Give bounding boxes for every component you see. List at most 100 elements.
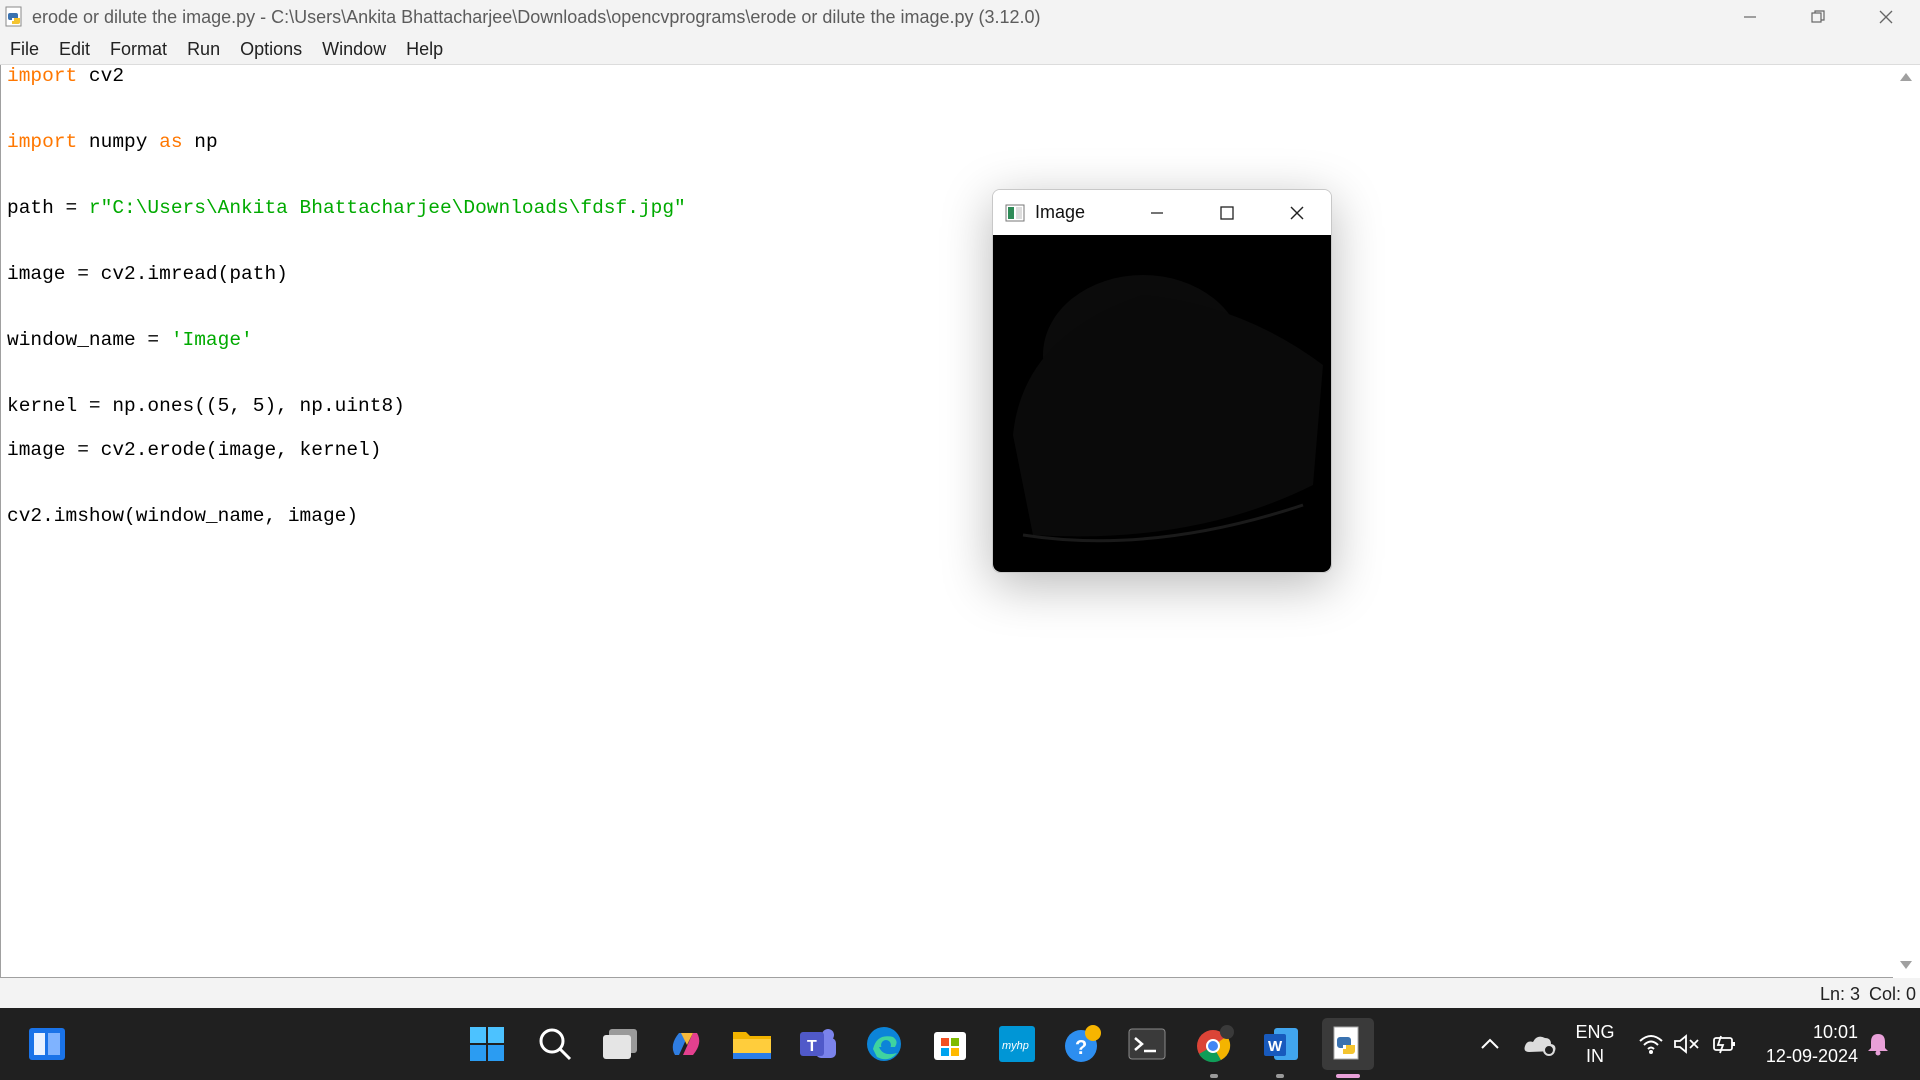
copilot-button[interactable] (664, 1022, 708, 1066)
keyword: import (7, 131, 78, 153)
menu-format[interactable]: Format (100, 34, 177, 64)
task-view-button[interactable] (598, 1022, 642, 1066)
terminal-button[interactable] (1125, 1022, 1169, 1066)
code-text: np (182, 131, 218, 153)
chrome-icon (1197, 1025, 1234, 1063)
maximize-icon (1220, 205, 1234, 220)
code-line-7: image = cv2.erode(image, kernel) (7, 439, 381, 461)
search-button[interactable] (533, 1022, 577, 1066)
string-literal: 'Image' (170, 329, 253, 351)
region-indicator[interactable]: IN (1575, 1046, 1615, 1067)
image-close-button[interactable] (1263, 190, 1331, 235)
volume-muted-icon (1674, 1034, 1699, 1054)
file-explorer-icon (733, 1032, 771, 1059)
minimize-button[interactable] (1716, 0, 1784, 34)
scroll-down-icon[interactable] (1900, 961, 1912, 969)
teams-icon: T (800, 1029, 836, 1058)
wifi-icon (1639, 1035, 1663, 1054)
menu-bar: File Edit Format Run Options Window Help (0, 34, 1920, 65)
keyword: as (159, 131, 183, 153)
image-window-title: Image (1035, 202, 1086, 222)
code-text: numpy (77, 131, 160, 153)
clock-date[interactable]: 12-09-2024 (1752, 1046, 1858, 1067)
notifications-button[interactable] (1858, 1022, 1898, 1066)
edge-button[interactable] (862, 1022, 906, 1066)
word-icon: W (1264, 1028, 1298, 1060)
image-window-titlebar[interactable]: Image (993, 190, 1331, 235)
store-button[interactable] (928, 1022, 972, 1066)
teams-button[interactable]: T (796, 1022, 840, 1066)
menu-run[interactable]: Run (177, 34, 230, 64)
start-icon (470, 1027, 504, 1061)
svg-text:?: ? (1075, 1037, 1087, 1059)
clock-time[interactable]: 10:01 (1762, 1022, 1858, 1043)
idle-active-indicator (1336, 1074, 1360, 1078)
battery-charging-icon (1713, 1035, 1735, 1054)
svg-text:myhp: myhp (1002, 1040, 1029, 1052)
keyword: import (7, 65, 78, 87)
close-icon (1290, 206, 1304, 219)
menu-window[interactable]: Window (312, 34, 396, 64)
myhp-button[interactable]: myhp (995, 1022, 1039, 1066)
help-button[interactable]: ? (1061, 1022, 1105, 1066)
code-line-8: cv2.imshow(window_name, image) (7, 505, 358, 527)
search-icon (539, 1028, 572, 1061)
restore-button[interactable] (1784, 0, 1852, 34)
image-maximize-button[interactable] (1193, 190, 1261, 235)
menu-edit[interactable]: Edit (49, 34, 100, 64)
minimize-icon (1744, 16, 1756, 18)
column-number: Col: 0 (1869, 984, 1917, 1004)
code-editor[interactable]: import cv2 import numpy as np path = r"C… (0, 65, 1893, 978)
code-line-3: path = r"C:\Users\Ankita Bhattacharjee\D… (7, 197, 686, 219)
restore-icon (1811, 10, 1825, 23)
widgets-icon (29, 1028, 65, 1060)
copilot-icon (672, 1033, 700, 1055)
image-window[interactable]: Image (992, 189, 1332, 573)
code-text: window_name = (7, 329, 171, 351)
eroded-image-canvas (993, 235, 1331, 572)
close-button[interactable] (1852, 0, 1920, 34)
code-text: kernel = np.ones((5, 5), np.uint8) (7, 395, 405, 417)
title-bar: erode or dilute the image.py - C:\Users\… (0, 0, 1920, 34)
string-literal: r"C:\Users\Ankita Bhattacharjee\Download… (88, 197, 686, 219)
file-explorer-button[interactable] (730, 1022, 774, 1066)
code-text: image = cv2.erode(image, kernel) (7, 439, 382, 461)
word-button[interactable]: W (1259, 1022, 1303, 1066)
start-button[interactable] (465, 1022, 509, 1066)
word-running-indicator (1276, 1074, 1284, 1078)
svg-text:W: W (1268, 1038, 1283, 1055)
taskbar: T myhp ? W ENG IN 10:01 12-09-2024 (0, 1008, 1920, 1080)
python-idle-button[interactable] (1322, 1018, 1374, 1070)
code-line-1: import cv2 (7, 65, 124, 87)
help-icon: ? (1065, 1025, 1101, 1062)
code-text: path = (7, 197, 89, 219)
code-line-5: window_name = 'Image' (7, 329, 253, 351)
image-minimize-button[interactable] (1123, 190, 1191, 235)
show-hidden-icons-button[interactable] (1470, 1022, 1510, 1066)
menu-options[interactable]: Options (230, 34, 312, 64)
status-bar: Ln: 3 Col: 0 (0, 978, 1920, 1008)
scroll-up-icon[interactable] (1900, 73, 1912, 81)
minimize-icon (1151, 211, 1163, 214)
language-indicator[interactable]: ENG (1575, 1022, 1615, 1043)
onedrive-button[interactable] (1518, 1022, 1562, 1066)
widgets-button[interactable] (25, 1022, 69, 1066)
menu-file[interactable]: File (0, 34, 49, 64)
menu-help[interactable]: Help (396, 34, 453, 64)
chrome-button[interactable] (1193, 1022, 1237, 1066)
vertical-scrollbar[interactable] (1893, 65, 1920, 977)
volume-button[interactable] (1666, 1022, 1708, 1066)
code-text: cv2.imshow(window_name, image) (7, 505, 359, 527)
terminal-icon (1128, 1028, 1166, 1060)
close-icon (1879, 10, 1893, 24)
onedrive-cloud-icon (1524, 1036, 1556, 1056)
python-idle-icon (1333, 1026, 1359, 1060)
python-file-icon (5, 6, 22, 27)
code-text: cv2 (77, 65, 125, 87)
window-title: erode or dilute the image.py - C:\Users\… (32, 6, 1041, 27)
chrome-running-indicator (1210, 1074, 1218, 1078)
code-line-6: kernel = np.ones((5, 5), np.uint8) (7, 395, 405, 417)
code-line-2: import numpy as np (7, 131, 218, 153)
battery-button[interactable] (1704, 1022, 1746, 1066)
bell-icon (1868, 1034, 1888, 1056)
